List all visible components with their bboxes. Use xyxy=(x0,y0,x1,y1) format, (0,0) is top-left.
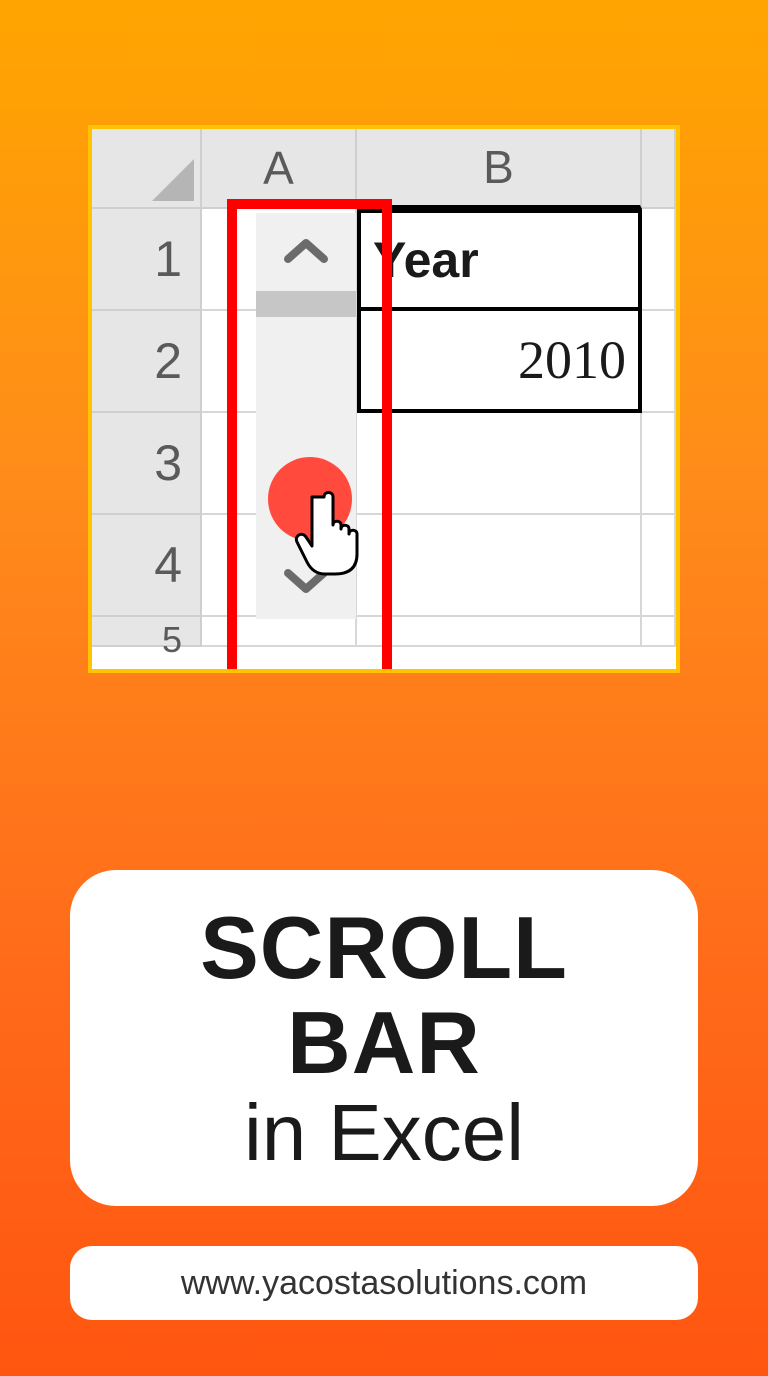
cell-c5[interactable] xyxy=(642,617,676,647)
title-line-1: SCROLL xyxy=(200,900,568,995)
row-1: 1 Year xyxy=(92,209,676,311)
cell-b2[interactable]: 2010 xyxy=(357,311,642,413)
row-2: 2 2010 xyxy=(92,311,676,413)
row-header-5[interactable]: 5 xyxy=(92,617,202,647)
chevron-up-icon xyxy=(282,237,330,267)
row-4: 4 xyxy=(92,515,676,617)
scrollbar-thumb[interactable] xyxy=(256,291,356,317)
column-header-c[interactable] xyxy=(642,129,676,209)
cell-c2[interactable] xyxy=(642,311,676,413)
website-url-card: www.yacostasolutions.com xyxy=(70,1246,698,1320)
cell-b5[interactable] xyxy=(357,617,642,647)
cell-b4[interactable] xyxy=(357,515,642,617)
cell-a5[interactable] xyxy=(202,617,357,647)
hand-cursor-icon xyxy=(294,487,372,577)
select-all-corner[interactable] xyxy=(92,129,202,209)
row-header-2[interactable]: 2 xyxy=(92,311,202,413)
column-header-row: A B xyxy=(92,129,676,209)
cell-c4[interactable] xyxy=(642,515,676,617)
row-header-3[interactable]: 3 xyxy=(92,413,202,515)
row-5: 5 xyxy=(92,617,676,647)
title-line-3: in Excel xyxy=(244,1090,524,1176)
cell-c3[interactable] xyxy=(642,413,676,515)
spreadsheet-grid: A B 1 Year 2 2010 3 4 xyxy=(92,129,676,669)
select-all-triangle-icon xyxy=(152,159,194,201)
row-header-4[interactable]: 4 xyxy=(92,515,202,617)
excel-screenshot: A B 1 Year 2 2010 3 4 xyxy=(88,125,680,673)
cell-b3[interactable] xyxy=(357,413,642,515)
cell-b1[interactable]: Year xyxy=(357,209,642,311)
website-url: www.yacostasolutions.com xyxy=(181,1264,587,1303)
title-line-2: BAR xyxy=(287,995,481,1090)
scrollbar-up-button[interactable] xyxy=(256,213,356,291)
row-header-1[interactable]: 1 xyxy=(92,209,202,311)
column-header-b[interactable]: B xyxy=(357,129,642,209)
row-3: 3 xyxy=(92,413,676,515)
title-card: SCROLL BAR in Excel xyxy=(70,870,698,1206)
column-header-a[interactable]: A xyxy=(202,129,357,209)
cell-c1[interactable] xyxy=(642,209,676,311)
